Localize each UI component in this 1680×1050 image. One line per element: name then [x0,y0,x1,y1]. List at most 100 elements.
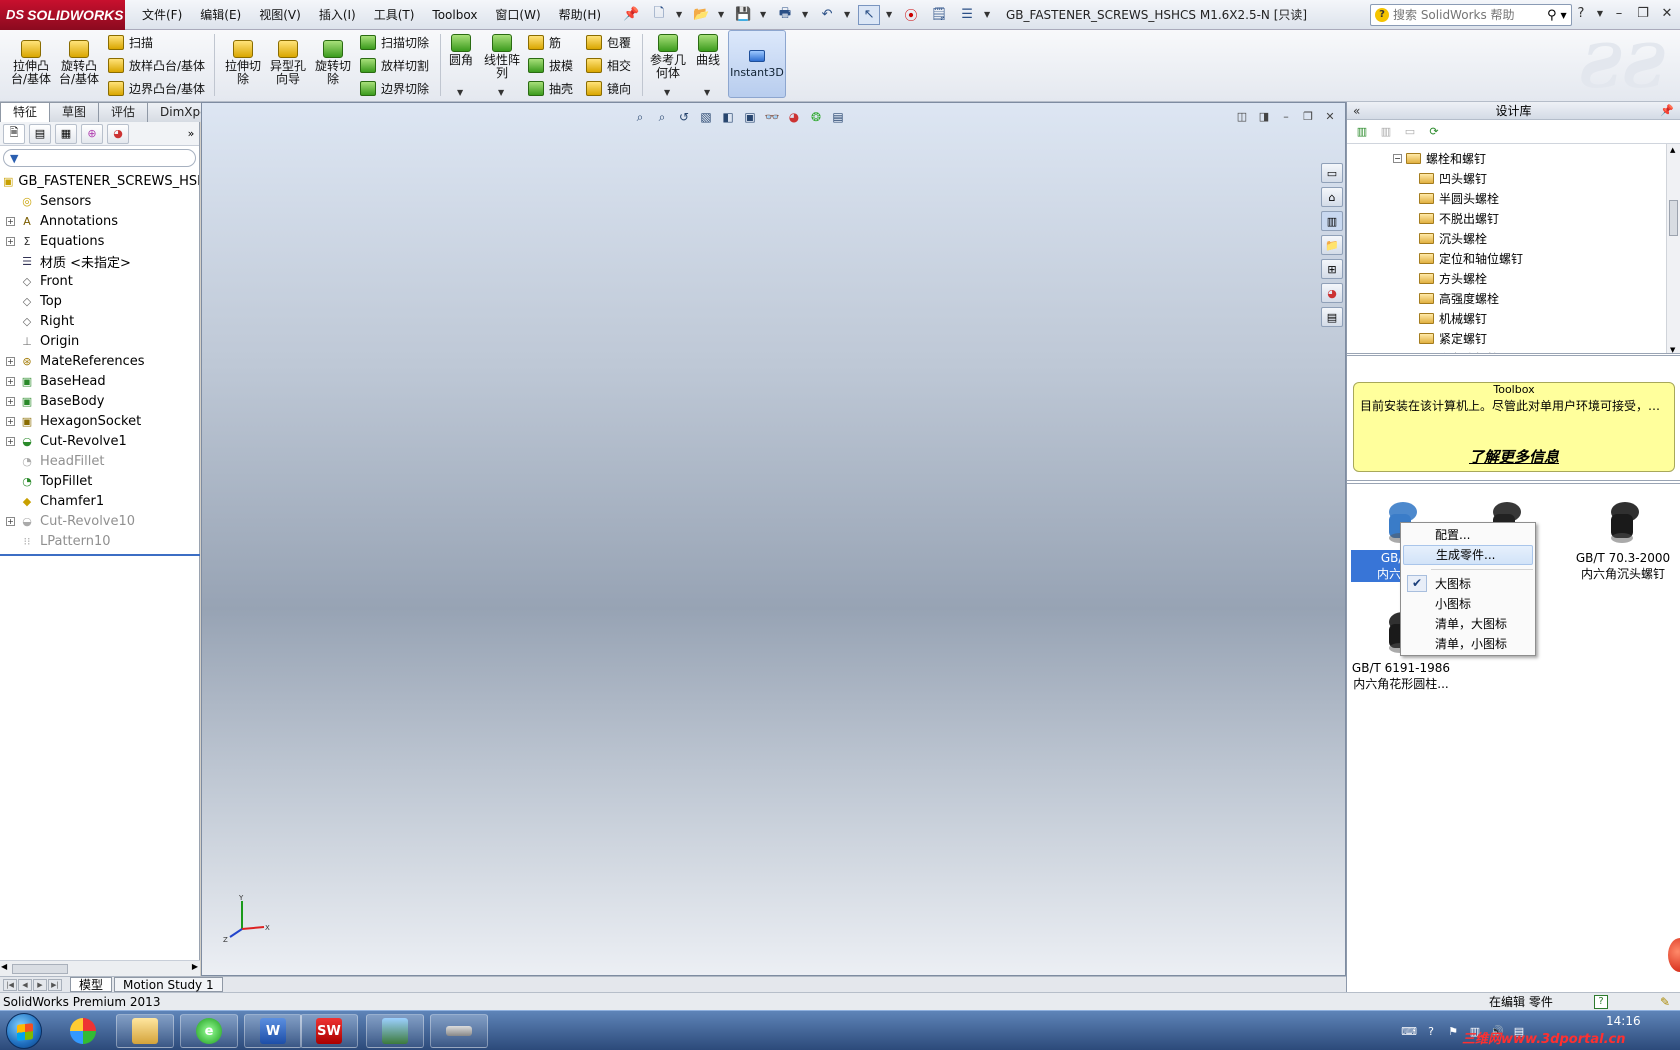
menu-item-4[interactable]: 工具(T) [365,0,424,30]
library-folder-item[interactable]: 沉头螺栓 [1357,228,1523,248]
property-manager-icon[interactable]: ▤ [29,123,51,144]
solidworks-logo[interactable]: DS SOLIDWORKS [0,0,125,30]
previous-view-icon[interactable]: ↺ [676,109,692,125]
zoom-to-area-icon[interactable]: ⌕ [654,109,670,125]
tree-item[interactable]: ◔ TopFillet [0,471,199,491]
new-document-icon[interactable]: 🗋 [648,5,670,25]
hole-wizard-button[interactable]: 异型孔 向导 [266,40,310,86]
learn-more-link[interactable]: 了解更多信息 [1354,446,1674,467]
solidworks-resources-icon[interactable]: ▭ [1321,163,1343,183]
file-explorer-icon[interactable]: 📁 [1321,235,1343,255]
taskbar-image-viewer[interactable] [366,1014,424,1048]
first-tab-icon[interactable]: |◀ [3,978,17,991]
tree-item[interactable]: ◇ Right [0,311,199,331]
curves-button[interactable]: 曲线 [692,34,724,67]
library-part-item[interactable]: GB/T 70.3-2000 内六角沉头螺钉 [1569,498,1677,582]
chevron-down-icon[interactable]: ▼ [1561,11,1567,20]
view-palette-icon[interactable]: ⊞ [1321,259,1343,279]
chevron-down-icon[interactable]: ▼ [704,88,710,97]
menu-item-0[interactable]: 文件(F) [133,0,191,30]
tree-item[interactable]: + ▣ BaseBody [0,391,199,411]
library-folder-item[interactable]: − 螺栓和螺钉 [1357,148,1523,168]
fillet-button[interactable]: 圆角 [446,34,476,67]
tree-item[interactable]: ⊥ Origin [0,331,199,351]
lofted-cut-button[interactable]: 放样切割 [360,55,429,75]
context-menu-item[interactable]: 生成零件... [1403,545,1533,565]
tree-item[interactable]: + ▣ BaseHead [0,371,199,391]
viewport-split-icon[interactable]: ◫ [1235,109,1249,123]
chevron-down-icon[interactable]: ▼ [844,10,852,19]
library-folder-item[interactable]: 紧定螺钉 [1357,328,1523,348]
tree-item[interactable]: ☰ 材质 <未指定> [0,251,199,271]
search-icon[interactable]: ⚲ [1547,8,1557,23]
refresh-icon[interactable]: ⟳ [1425,123,1443,141]
keyboard-icon[interactable]: ⌨ [1401,1024,1417,1038]
shell-button[interactable]: 抽壳 [528,78,573,98]
tree-item[interactable]: ⁝⁝ LPattern10 [0,531,199,551]
tree-item[interactable]: ◔ HeadFillet [0,451,199,471]
tree-item[interactable]: + ◒ Cut-Revolve1 [0,431,199,451]
context-menu-item[interactable]: 配置... [1401,525,1535,545]
library-folder-item[interactable]: 定位和轴位螺钉 [1357,248,1523,268]
help-icon[interactable]: ? [1572,4,1590,22]
taskbar-clock[interactable]: 14:16 [1606,1014,1641,1029]
taskbar-app-pinwheel[interactable] [54,1014,112,1048]
flag-icon[interactable]: ⚑ [1446,1024,1460,1038]
expand-plus-icon[interactable]: + [6,216,15,226]
file-properties-icon[interactable]: 🗒 [928,5,950,25]
pencil-icon[interactable]: ✎ [1660,995,1670,1009]
minimize-icon[interactable]: – [1610,4,1628,22]
design-library-icon[interactable]: ▥ [1321,211,1343,231]
close-icon[interactable]: ✕ [1658,4,1676,22]
expand-more-icon[interactable]: » [183,124,199,144]
collapse-minus-icon[interactable]: − [1393,153,1402,163]
close-icon[interactable]: ✕ [1323,109,1337,123]
context-menu-item[interactable]: 小图标 [1401,594,1535,614]
library-folder-item[interactable]: 高强度螺栓 [1357,288,1523,308]
chevron-down-icon[interactable]: ▼ [760,10,768,19]
last-tab-icon[interactable]: ▶| [48,978,62,991]
edit-appearance-icon[interactable]: ◕ [786,109,802,125]
help-search-box[interactable]: ? ⚲ ▼ [1370,4,1572,26]
boundary-cut-button[interactable]: 边界切除 [360,78,429,98]
custom-properties-icon[interactable]: ▤ [1321,307,1343,327]
tree-item[interactable]: + ◒ Cut-Revolve10 [0,511,199,531]
dimxpert-manager-icon[interactable]: ⊕ [81,123,103,144]
context-menu-item[interactable]: 清单，大图标 [1401,614,1535,634]
swept-cut-button[interactable]: 扫描切除 [360,32,429,52]
model-tab-0[interactable]: 模型 [70,977,113,992]
expand-plus-icon[interactable]: + [6,436,15,446]
collapse-panel-icon[interactable]: « [1353,104,1360,118]
expand-plus-icon[interactable]: + [6,236,15,246]
section-view-icon[interactable]: ▧ [698,109,714,125]
horizontal-scrollbar[interactable]: ◀ ▶ [0,960,200,976]
expand-plus-icon[interactable]: + [6,516,15,526]
hide-show-items-icon[interactable]: 👓 [764,109,780,125]
zoom-to-fit-icon[interactable]: ⌕ [632,109,648,125]
library-folder-item[interactable]: 机械螺钉 [1357,308,1523,328]
taskbar-word[interactable]: W [244,1014,302,1048]
add-file-location-icon[interactable]: ▥ [1377,123,1395,141]
chevron-down-icon[interactable]: ▼ [498,88,504,97]
menu-item-1[interactable]: 编辑(E) [191,0,250,30]
select-arrow-icon[interactable]: ↖ [858,4,881,25]
scrollbar-thumb[interactable] [1669,200,1678,236]
draft-button[interactable]: 拔模 [528,55,573,75]
configuration-manager-icon[interactable]: ▦ [55,123,77,144]
print-icon[interactable]: 🖶 [774,5,796,25]
loft-boss-button[interactable]: 放样凸台/基体 [108,55,205,75]
boundary-boss-button[interactable]: 边界凸台/基体 [108,78,205,98]
rollback-bar[interactable] [0,554,200,556]
vertical-scrollbar[interactable]: ▲ ▼ [1666,144,1680,353]
restore-icon[interactable]: ❐ [1301,109,1315,123]
tree-item[interactable]: + A Annotations [0,211,199,231]
context-menu-item[interactable]: 清单，小图标 [1401,634,1535,654]
graphics-area[interactable]: ⌕ ⌕ ↺ ▧ ◧ ▣ 👓 ◕ ❂ ▤ ◫ ◨ – ❐ ✕ ▭ ⌂ ▥ 📁 ⊞ … [201,102,1346,976]
revolve-cut-button[interactable]: 旋转切 除 [312,40,354,86]
tree-item[interactable]: ◇ Top [0,291,199,311]
scroll-up-icon[interactable]: ▲ [1670,146,1675,154]
prev-tab-icon[interactable]: ◀ [18,978,32,991]
library-folder-item[interactable]: 方头螺栓 [1357,268,1523,288]
tree-item[interactable]: ◇ Front [0,271,199,291]
expand-plus-icon[interactable]: + [6,376,15,386]
